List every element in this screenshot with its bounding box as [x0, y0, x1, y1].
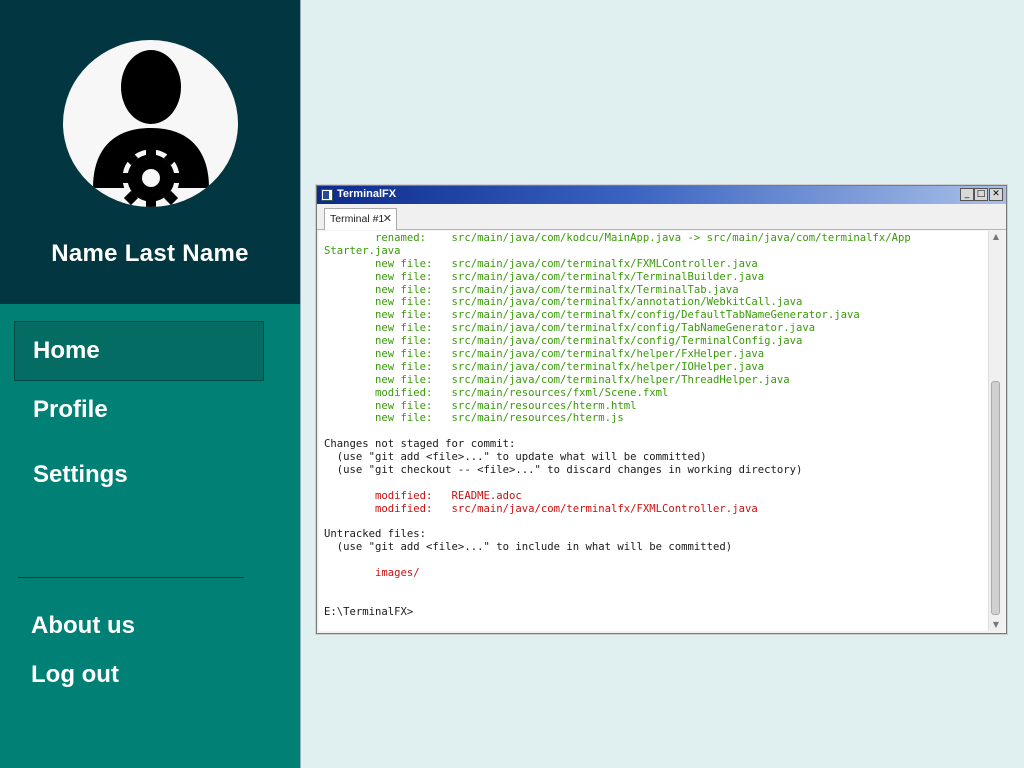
tab-close-icon[interactable]: ✕ [383, 209, 392, 229]
terminal-line: modified: src/main/java/com/terminalfx/F… [324, 502, 758, 515]
terminal-line: images/ [324, 567, 420, 580]
terminal-line: new file: src/main/java/com/terminalfx/h… [324, 360, 765, 373]
terminal-line: renamed: src/main/java/com/kodcu/MainApp… [324, 232, 911, 244]
terminal-line: new file: src/main/java/com/terminalfx/h… [324, 373, 790, 386]
maximize-button[interactable]: □ [974, 188, 988, 201]
close-button[interactable]: ✕ [989, 188, 1003, 201]
minimize-button[interactable]: _ [960, 188, 974, 201]
nav-divider [18, 577, 244, 578]
terminal-line: new file: src/main/java/com/terminalfx/c… [324, 322, 816, 335]
terminal-line: new file: src/main/java/com/terminalfx/c… [324, 335, 803, 348]
scroll-down-icon[interactable]: ▼ [990, 619, 1002, 631]
terminal-line: Starter.java [324, 244, 401, 257]
user-gear-icon[interactable] [63, 40, 238, 207]
nav-profile[interactable]: Profile [14, 380, 264, 440]
window-titlebar[interactable]: TerminalFX _ □ ✕ [317, 186, 1006, 204]
terminal-line: new file: src/main/java/com/terminalfx/h… [324, 348, 765, 361]
terminal-line: (use "git checkout -- <file>..." to disc… [324, 464, 803, 477]
terminal-line: new file: src/main/resources/hterm.js [324, 412, 624, 425]
terminal-line: new file: src/main/resources/hterm.html [324, 399, 637, 412]
sidebar: Name Last Name Home Profile Settings Abo… [0, 0, 301, 768]
terminal-line: modified: src/main/resources/fxml/Scene.… [324, 386, 669, 399]
scroll-up-icon[interactable]: ▲ [990, 231, 1002, 243]
terminal-line: Untracked files: [324, 528, 427, 541]
app-icon [321, 189, 333, 201]
terminal-line: Changes not staged for commit: [324, 438, 516, 451]
terminal-line: new file: src/main/java/com/terminalfx/c… [324, 309, 860, 322]
terminal-line: E:\TerminalFX> [324, 605, 414, 618]
tab-terminal-1[interactable]: Terminal #1 ✕ [324, 208, 397, 230]
scroll-thumb[interactable] [991, 381, 1000, 615]
window-title: TerminalFX [337, 188, 397, 200]
tab-label: Terminal #1 [330, 213, 385, 225]
user-name: Name Last Name [51, 240, 249, 267]
terminal-line: new file: src/main/java/com/terminalfx/T… [324, 283, 739, 296]
nav-home[interactable]: Home [14, 321, 264, 381]
terminal-line: new file: src/main/java/com/terminalfx/F… [324, 257, 758, 270]
terminal-scrollbar[interactable]: ▲ ▼ [988, 231, 1002, 631]
terminal-line: (use "git add <file>..." to include in w… [324, 541, 733, 554]
profile-header: Name Last Name [0, 0, 300, 304]
tab-bar: Terminal #1 ✕ [317, 204, 1006, 230]
terminal-line: modified: README.adoc [324, 489, 522, 502]
nav-log-out[interactable]: Log out [12, 645, 262, 705]
terminal-line: new file: src/main/java/com/terminalfx/T… [324, 270, 765, 283]
terminal-window: TerminalFX _ □ ✕ Terminal #1 ✕ renamed: … [316, 185, 1007, 634]
terminal-line: new file: src/main/java/com/terminalfx/a… [324, 296, 803, 309]
terminal-output[interactable]: renamed: src/main/java/com/kodcu/MainApp… [319, 231, 988, 631]
nav-settings[interactable]: Settings [14, 445, 264, 505]
terminal-line: (use "git add <file>..." to update what … [324, 451, 707, 464]
